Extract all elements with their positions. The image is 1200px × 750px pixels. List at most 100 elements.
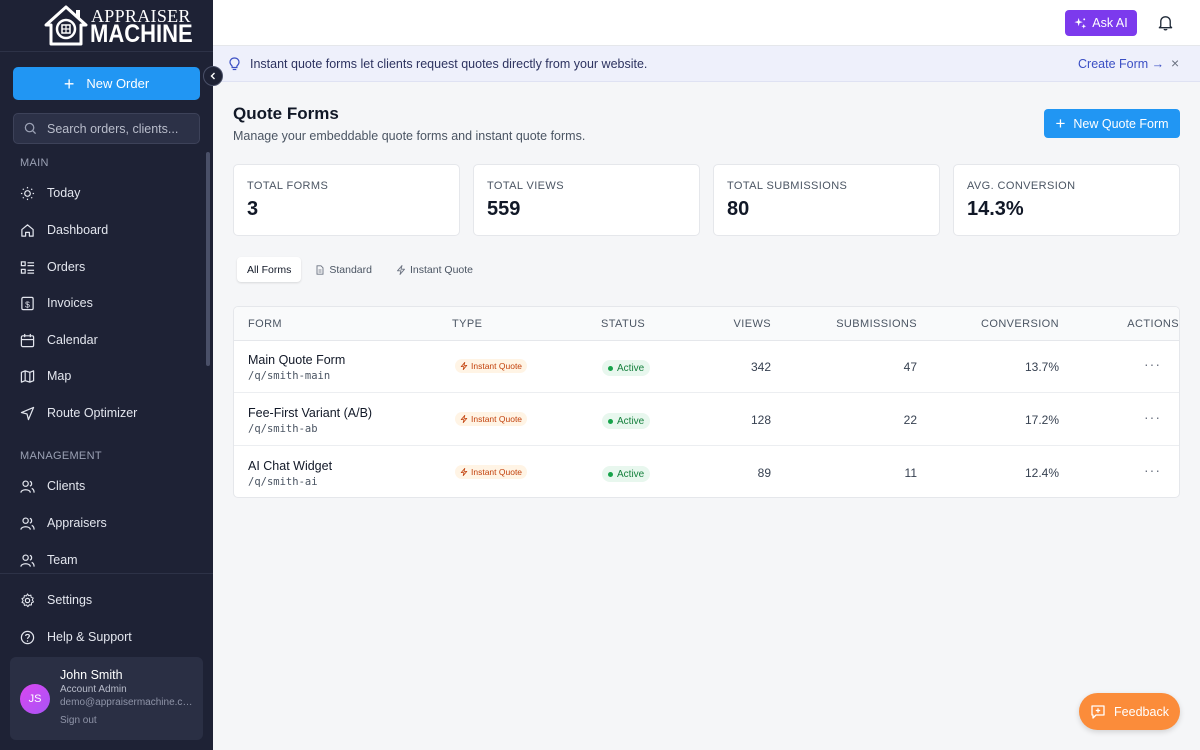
sidebar-item-route-optimizer[interactable]: Route Optimizer — [20, 402, 137, 424]
users-icon — [20, 479, 35, 493]
sidebar-divider — [0, 573, 213, 574]
search-input[interactable] — [47, 121, 187, 136]
sidebar-item-clients[interactable]: Clients — [20, 475, 85, 497]
new-order-label: New Order — [86, 76, 150, 91]
status-dot — [608, 418, 613, 424]
stat-card-total-forms: TOTAL FORMS 3 — [233, 164, 460, 236]
bell-icon[interactable] — [1157, 14, 1174, 31]
sidebar-item-invoices[interactable]: $ Invoices — [20, 292, 93, 314]
create-form-link[interactable]: Create Form → — [1078, 57, 1164, 71]
form-name[interactable]: Main Quote Form — [248, 353, 345, 367]
svg-text:$: $ — [25, 299, 30, 309]
views-cell: 128 — [750, 413, 771, 427]
sidebar-item-dashboard[interactable]: Dashboard — [20, 219, 108, 241]
stat-label: AVG. CONVERSION — [967, 180, 1076, 192]
stat-value: 3 — [247, 198, 259, 220]
tab-all-forms[interactable]: All Forms — [237, 257, 302, 282]
sidebar-item-help[interactable]: Help & Support — [20, 626, 132, 648]
table-row[interactable]: AI Chat Widget /q/smith-ai Instant Quote… — [234, 447, 1179, 497]
section-label-main: MAIN — [20, 157, 49, 169]
info-banner: Instant quote forms let clients request … — [213, 46, 1200, 82]
type-label: Instant Quote — [471, 414, 523, 424]
column-header-views: VIEWS — [733, 318, 771, 330]
status-dot — [608, 365, 613, 371]
brand-name-line2: MACHINE — [90, 20, 193, 48]
more-actions-button[interactable]: ··· — [1144, 409, 1161, 425]
conversion-cell: 17.2% — [1024, 413, 1059, 427]
tab-label: Standard — [329, 263, 372, 276]
sidebar: APPRAISER MACHINE + New Order MAIN Today… — [0, 0, 223, 750]
type-label: Instant Quote — [471, 361, 523, 371]
submissions-cell: 11 — [904, 466, 917, 480]
plus-icon: + — [1055, 114, 1066, 133]
submissions-cell: 22 — [903, 413, 917, 427]
navigation-icon — [20, 406, 35, 420]
views-cell: 89 — [757, 466, 771, 480]
document-icon — [316, 264, 324, 275]
collapse-sidebar-button[interactable] — [203, 66, 223, 86]
stat-label: TOTAL FORMS — [247, 180, 329, 192]
status-badge: Active — [602, 360, 651, 376]
form-filter-tabs: All Forms Standard Instant Quote — [233, 257, 483, 284]
stat-label: TOTAL VIEWS — [487, 180, 564, 192]
type-badge: Instant Quote — [455, 465, 528, 479]
new-quote-form-button[interactable]: + New Quote Form — [1044, 109, 1180, 138]
sidebar-item-label: Clients — [47, 479, 86, 493]
stat-card-avg-conversion: AVG. CONVERSION 14.3% — [953, 164, 1180, 236]
gear-icon — [21, 592, 35, 607]
stat-card-total-submissions: TOTAL SUBMISSIONS 80 — [713, 164, 940, 236]
sidebar-item-label: Invoices — [47, 296, 93, 310]
sidebar-item-settings[interactable]: Settings — [20, 589, 92, 611]
table-row[interactable]: Fee-First Variant (A/B) /q/smith-ab Inst… — [234, 394, 1179, 446]
sidebar-scrollbar[interactable] — [206, 152, 210, 366]
sidebar-item-label: Route Optimizer — [47, 406, 138, 420]
close-icon[interactable]: × — [1171, 55, 1179, 71]
tab-instant-quote[interactable]: Instant Quote — [386, 257, 483, 282]
sidebar-item-label: Team — [47, 553, 78, 567]
feedback-button[interactable]: Feedback — [1079, 693, 1180, 730]
sidebar-item-label: Map — [47, 369, 72, 383]
form-name[interactable]: Fee-First Variant (A/B) — [248, 406, 372, 420]
list-icon — [20, 260, 35, 274]
chevron-left-icon — [210, 72, 215, 80]
status-label: Active — [617, 468, 645, 480]
sidebar-item-label: Help & Support — [47, 630, 132, 644]
tab-standard[interactable]: Standard — [305, 257, 382, 282]
user-name: John Smith — [60, 668, 123, 682]
ask-ai-button[interactable]: Ask AI — [1065, 10, 1137, 36]
new-order-button[interactable]: + New Order — [13, 67, 200, 100]
search-icon — [24, 122, 37, 135]
more-actions-button[interactable]: ··· — [1144, 356, 1161, 372]
sign-out-link[interactable]: Sign out — [60, 715, 97, 726]
sidebar-item-today[interactable]: Today — [20, 182, 80, 204]
users-icon — [20, 516, 35, 530]
lightbulb-icon — [229, 57, 240, 71]
column-header-form: FORM — [248, 318, 282, 330]
table-row[interactable]: Main Quote Form /q/smith-main Instant Qu… — [234, 341, 1179, 393]
sidebar-item-label: Dashboard — [47, 223, 109, 237]
banner-text: Instant quote forms let clients request … — [250, 57, 648, 71]
brand-logo[interactable]: APPRAISER MACHINE — [0, 0, 213, 52]
avatar: JS — [20, 684, 50, 714]
sidebar-item-calendar[interactable]: Calendar — [20, 329, 98, 351]
conversion-cell: 12.4% — [1024, 466, 1059, 480]
form-name[interactable]: AI Chat Widget — [248, 459, 332, 473]
more-actions-button[interactable]: ··· — [1144, 462, 1161, 478]
sidebar-item-team[interactable]: Team — [20, 549, 78, 571]
stat-value: 14.3% — [967, 198, 1024, 220]
sidebar-item-label: Calendar — [47, 333, 98, 347]
status-badge: Active — [602, 466, 651, 482]
section-label-management: MANAGEMENT — [20, 450, 102, 462]
status-badge: Active — [602, 413, 651, 429]
zap-icon — [460, 468, 468, 476]
sidebar-item-map[interactable]: Map — [20, 365, 71, 387]
stat-value: 80 — [727, 198, 750, 220]
zap-icon — [460, 362, 468, 370]
user-email: demo@appraisermachine.com — [60, 697, 195, 708]
sidebar-item-appraisers[interactable]: Appraisers — [20, 512, 107, 534]
user-card[interactable]: JS John Smith Account Admin demo@apprais… — [10, 657, 203, 740]
sidebar-item-orders[interactable]: Orders — [20, 256, 85, 278]
type-label: Instant Quote — [471, 467, 523, 477]
search-box[interactable] — [13, 113, 200, 144]
users-icon — [20, 553, 35, 567]
